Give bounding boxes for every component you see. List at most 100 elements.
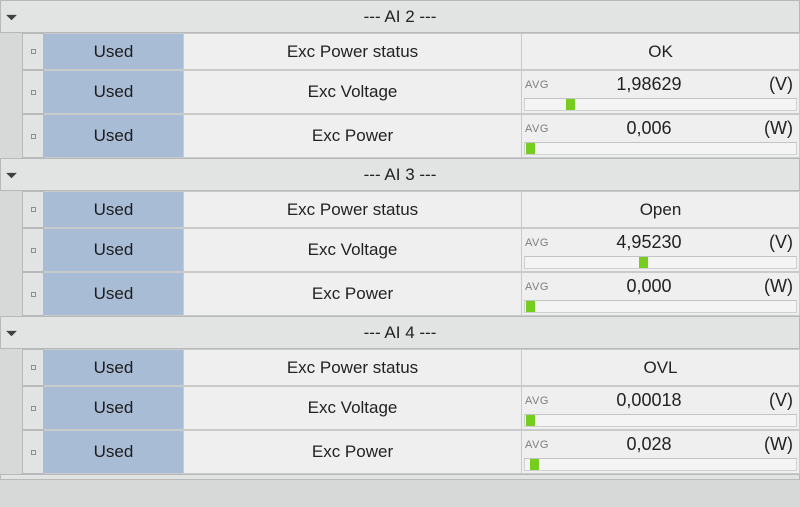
status-value: OK bbox=[648, 42, 673, 62]
used-label: Used bbox=[94, 82, 134, 102]
used-cell[interactable]: Used bbox=[44, 430, 184, 474]
square-icon bbox=[31, 450, 36, 455]
measure-unit: (W) bbox=[755, 434, 799, 455]
param-name-cell: Exc Power status bbox=[184, 191, 522, 228]
level-bar bbox=[524, 458, 797, 471]
measure-unit: (V) bbox=[755, 390, 799, 411]
used-cell[interactable]: Used bbox=[44, 191, 184, 228]
param-name-cell: Exc Voltage bbox=[184, 70, 522, 114]
value-cell: OVL bbox=[522, 349, 800, 386]
used-label: Used bbox=[94, 284, 134, 304]
collapse-icon[interactable] bbox=[5, 326, 18, 339]
group-title: --- AI 2 --- bbox=[1, 7, 799, 27]
row-handle[interactable] bbox=[22, 386, 44, 430]
used-cell[interactable]: Used bbox=[44, 349, 184, 386]
row-handle[interactable] bbox=[22, 272, 44, 316]
measure-unit: (V) bbox=[755, 232, 799, 253]
value-top: AVG0,00018(V) bbox=[522, 387, 799, 413]
table-row: Used Exc Power status OVL bbox=[22, 349, 800, 386]
group-title: --- AI 3 --- bbox=[1, 165, 799, 185]
used-cell[interactable]: Used bbox=[44, 114, 184, 158]
level-bar bbox=[524, 98, 797, 111]
param-name-cell: Exc Power status bbox=[184, 349, 522, 386]
param-name: Exc Voltage bbox=[308, 82, 398, 102]
value-cell: OK bbox=[522, 33, 800, 70]
table-row: UsedExc Power status Open bbox=[22, 191, 800, 228]
param-name: Exc Power bbox=[312, 284, 393, 304]
used-label: Used bbox=[94, 126, 134, 146]
row-handle[interactable] bbox=[22, 430, 44, 474]
row-handle[interactable] bbox=[22, 114, 44, 158]
group-header[interactable]: --- AI 4 --- bbox=[0, 316, 800, 349]
param-name: Exc Power status bbox=[287, 42, 418, 62]
status-value: Open bbox=[640, 200, 682, 220]
collapse-icon[interactable] bbox=[5, 168, 18, 181]
square-icon bbox=[31, 207, 36, 212]
used-cell[interactable]: Used bbox=[44, 33, 184, 70]
avg-badge: AVG bbox=[525, 123, 549, 135]
square-icon bbox=[31, 248, 36, 253]
param-name: Exc Voltage bbox=[308, 240, 398, 260]
level-bar-fill bbox=[526, 301, 535, 312]
row-handle[interactable] bbox=[22, 191, 44, 228]
param-name-cell: Exc Power bbox=[184, 430, 522, 474]
table-row: Used Exc Power AVG0,000(W) bbox=[22, 272, 800, 316]
row-handle[interactable] bbox=[22, 33, 44, 70]
level-bar bbox=[524, 256, 797, 269]
used-cell[interactable]: Used bbox=[44, 386, 184, 430]
value-cell: Open bbox=[522, 191, 800, 228]
level-bar-fill bbox=[530, 459, 539, 470]
measure-value: 0,006 bbox=[549, 118, 755, 139]
square-icon bbox=[31, 292, 36, 297]
value-cell: AVG0,000(W) bbox=[522, 272, 800, 316]
param-name-cell: Exc Voltage bbox=[184, 386, 522, 430]
avg-badge: AVG bbox=[525, 281, 549, 293]
square-icon bbox=[31, 90, 36, 95]
group-header[interactable]: --- AI 3 --- bbox=[0, 158, 800, 191]
used-label: Used bbox=[94, 442, 134, 462]
square-icon bbox=[31, 406, 36, 411]
row-handle[interactable] bbox=[22, 349, 44, 386]
measure-value: 4,95230 bbox=[549, 232, 755, 253]
measure-value: 0,00018 bbox=[549, 390, 755, 411]
avg-badge: AVG bbox=[525, 395, 549, 407]
used-label: Used bbox=[94, 398, 134, 418]
square-icon bbox=[31, 365, 36, 370]
measure-value: 1,98629 bbox=[549, 74, 755, 95]
param-name: Exc Power bbox=[312, 126, 393, 146]
used-label: Used bbox=[94, 240, 134, 260]
param-name-cell: Exc Voltage bbox=[184, 228, 522, 272]
value-top: AVG1,98629(V) bbox=[522, 71, 799, 97]
used-cell[interactable]: Used bbox=[44, 272, 184, 316]
group-header[interactable]: --- AI 2 --- bbox=[0, 0, 800, 33]
table-row: Used Exc Voltage AVG0,00018(V) bbox=[22, 386, 800, 430]
level-bar-fill bbox=[566, 99, 575, 110]
used-cell[interactable]: Used bbox=[44, 228, 184, 272]
param-name: Exc Power status bbox=[287, 358, 418, 378]
row-handle[interactable] bbox=[22, 228, 44, 272]
used-label: Used bbox=[94, 42, 134, 62]
value-cell: AVG4,95230(V) bbox=[522, 228, 800, 272]
param-name: Exc Voltage bbox=[308, 398, 398, 418]
level-bar bbox=[524, 142, 797, 155]
table-row: Used Exc Power AVG0,006(W) bbox=[22, 114, 800, 158]
measure-unit: (W) bbox=[755, 276, 799, 297]
table-row: Used Exc Power status OK bbox=[22, 33, 800, 70]
avg-badge: AVG bbox=[525, 79, 549, 91]
table-row: Used Exc Power AVG0,028(W) bbox=[22, 430, 800, 474]
measure-value: 0,000 bbox=[549, 276, 755, 297]
avg-badge: AVG bbox=[525, 439, 549, 451]
measure-unit: (W) bbox=[755, 118, 799, 139]
level-bar-fill bbox=[526, 143, 535, 154]
param-name: Exc Power bbox=[312, 442, 393, 462]
level-bar-fill bbox=[639, 257, 648, 268]
collapse-icon[interactable] bbox=[5, 10, 18, 23]
row-handle[interactable] bbox=[22, 70, 44, 114]
value-cell: AVG0,028(W) bbox=[522, 430, 800, 474]
level-bar bbox=[524, 414, 797, 427]
value-top: AVG0,028(W) bbox=[522, 431, 799, 457]
used-cell[interactable]: Used bbox=[44, 70, 184, 114]
value-cell: AVG0,006(W) bbox=[522, 114, 800, 158]
value-cell: AVG1,98629(V) bbox=[522, 70, 800, 114]
group-header-partial bbox=[0, 474, 800, 480]
